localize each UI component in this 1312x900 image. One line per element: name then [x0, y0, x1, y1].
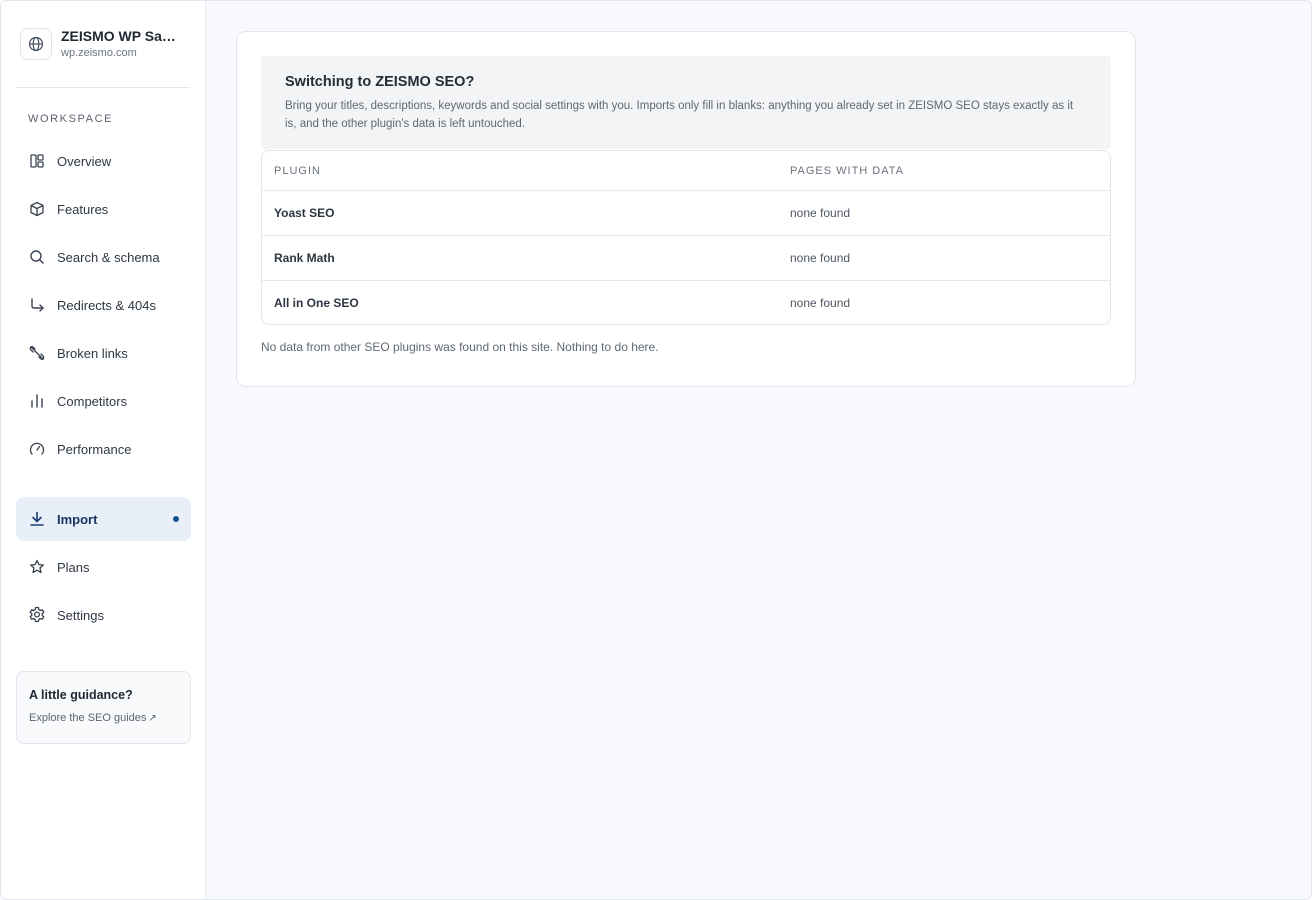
sidebar-item-label: Competitors [57, 393, 128, 409]
pages-with-data: none found [790, 296, 851, 310]
redirect-arrow-icon [27, 295, 47, 315]
sidebar-item-label: Features [57, 201, 109, 217]
search-icon [27, 247, 47, 267]
sidebar-item-overview[interactable]: Overview [16, 139, 191, 183]
table-row: Rank Math none found [262, 235, 1110, 280]
sidebar-item-features[interactable]: Features [16, 187, 191, 231]
sidebar-item-label: Overview [57, 153, 112, 169]
gear-icon [27, 605, 47, 625]
sidebar-item-search-schema[interactable]: Search & schema [16, 235, 191, 279]
column-header-plugin: PLUGIN [274, 164, 321, 177]
seo-guides-link[interactable]: Explore the SEO guides ↗ [29, 712, 157, 724]
sidebar-divider [16, 87, 190, 88]
app-window: ZEISMO WP Sand... wp.zeismo.com WORKSPAC… [0, 0, 1312, 900]
sidebar-item-label: Import [57, 511, 98, 527]
import-card: Switching to ZEISMO SEO? Bring your titl… [236, 31, 1136, 387]
sidebar: ZEISMO WP Sand... wp.zeismo.com WORKSPAC… [1, 1, 206, 899]
sidebar-item-label: Broken links [57, 345, 128, 361]
table-row: Yoast SEO none found [262, 190, 1110, 235]
layout-icon [27, 151, 47, 171]
table-row: All in One SEO none found [262, 280, 1110, 324]
plugin-name: All in One SEO [274, 296, 359, 310]
site-url: wp.zeismo.com [61, 47, 137, 59]
banner-text: Bring your titles, descriptions, keyword… [285, 100, 1074, 130]
download-icon [27, 509, 47, 529]
plugin-table: PLUGIN PAGES WITH DATA Yoast SEO none fo… [261, 150, 1111, 325]
gauge-icon [27, 439, 47, 459]
main-content: Switching to ZEISMO SEO? Bring your titl… [206, 1, 1311, 899]
globe-icon [20, 28, 52, 60]
bar-chart-icon [27, 391, 47, 411]
banner-title: Switching to ZEISMO SEO? [285, 74, 475, 90]
site-name: ZEISMO WP Sand... [61, 28, 181, 44]
sidebar-item-label: Search & schema [57, 249, 160, 265]
table-header-row: PLUGIN PAGES WITH DATA [262, 151, 1110, 190]
section-label: WORKSPACE [28, 113, 114, 125]
column-header-pages: PAGES WITH DATA [790, 164, 905, 177]
sidebar-item-performance[interactable]: Performance [16, 427, 191, 471]
sidebar-item-label: Settings [57, 607, 104, 623]
sidebar-item-settings[interactable]: Settings [16, 593, 191, 637]
site-switcher[interactable]: ZEISMO WP Sand... wp.zeismo.com [20, 28, 191, 60]
pages-with-data: none found [790, 251, 851, 265]
sidebar-item-label: Performance [57, 441, 132, 457]
switching-banner: Switching to ZEISMO SEO? Bring your titl… [261, 56, 1111, 149]
seo-guides-link-label: Explore the SEO guides [29, 712, 147, 724]
sidebar-item-competitors[interactable]: Competitors [16, 379, 191, 423]
sidebar-item-redirects[interactable]: Redirects & 404s [16, 283, 191, 327]
sidebar-item-label: Redirects & 404s [57, 297, 156, 313]
sidebar-item-label: Plans [57, 559, 90, 575]
active-indicator-dot [173, 516, 179, 522]
box-icon [27, 199, 47, 219]
empty-state-note: No data from other SEO plugins was found… [261, 340, 659, 354]
sidebar-item-broken-links[interactable]: Broken links [16, 331, 191, 375]
star-icon [27, 557, 47, 577]
external-arrow-icon: ↗ [148, 713, 157, 724]
sidebar-item-import[interactable]: Import [16, 497, 191, 541]
guidance-title: A little guidance? [29, 688, 133, 702]
guidance-card: A little guidance? Explore the SEO guide… [16, 671, 191, 744]
sidebar-item-plans[interactable]: Plans [16, 545, 191, 589]
plugin-name: Yoast SEO [274, 206, 335, 220]
plugin-name: Rank Math [274, 251, 335, 265]
broken-link-icon [27, 343, 47, 363]
pages-with-data: none found [790, 206, 851, 220]
